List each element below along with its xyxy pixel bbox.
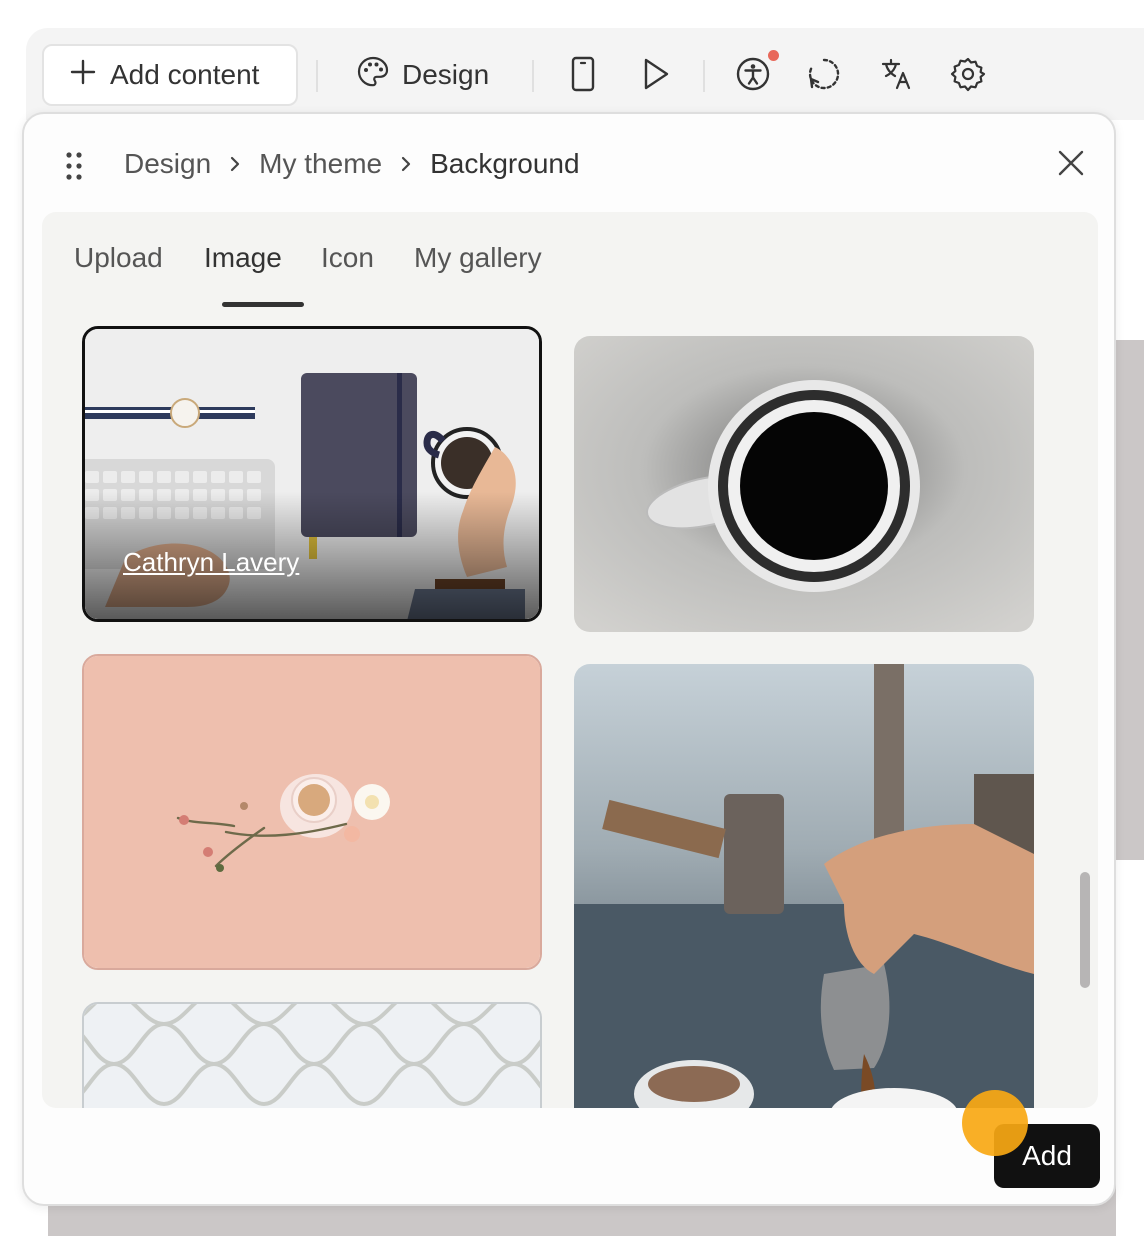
canvas-edge (1116, 860, 1144, 1236)
barista-image (574, 664, 1034, 1108)
chevron-right-icon (400, 155, 412, 173)
toolbar-divider (703, 60, 705, 92)
image-card[interactable]: Cathryn Lavery (82, 326, 542, 622)
add-content-button[interactable]: Add content (42, 44, 298, 106)
scrollbar-thumb[interactable] (1080, 872, 1090, 988)
settings-icon (950, 56, 986, 97)
tab-image[interactable]: Image (204, 242, 282, 274)
add-content-label: Add content (110, 59, 260, 90)
toolbar-divider (316, 60, 318, 92)
breadcrumb-background: Background (430, 148, 580, 179)
tab-upload[interactable]: Upload (74, 242, 163, 274)
photo-credit-link[interactable]: Cathryn Lavery (123, 547, 299, 578)
design-label: Design (402, 59, 490, 90)
settings-button[interactable] (948, 54, 988, 98)
close-button[interactable] (1054, 148, 1088, 182)
close-icon (1057, 149, 1085, 182)
breadcrumb-design[interactable]: Design (124, 148, 211, 180)
image-card[interactable] (574, 336, 1034, 632)
image-card[interactable] (82, 1002, 542, 1108)
translate-icon (880, 57, 914, 96)
image-card[interactable] (82, 654, 542, 970)
play-icon (641, 57, 671, 96)
preview-play-button[interactable] (636, 54, 676, 98)
mobile-preview-button[interactable] (563, 54, 603, 98)
breadcrumb-my-theme[interactable]: My theme (259, 148, 382, 180)
image-card[interactable] (574, 664, 1034, 1108)
palette-icon (356, 55, 390, 96)
translate-button[interactable] (877, 54, 917, 98)
history-button[interactable] (804, 54, 844, 98)
image-grid: Cathryn Lavery (42, 312, 1098, 1108)
tab-my-gallery[interactable]: My gallery (414, 242, 542, 274)
tea-cup-image (84, 656, 540, 968)
accessibility-icon (735, 56, 771, 97)
tiles-image (84, 1004, 540, 1108)
toolbar-divider (532, 60, 534, 92)
plus-icon (70, 59, 96, 92)
workspace-image (85, 329, 539, 619)
drag-handle-icon[interactable] (62, 150, 86, 182)
active-tab-indicator (222, 302, 304, 307)
tab-icon[interactable]: Icon (321, 242, 374, 274)
notification-dot (768, 50, 779, 61)
design-button[interactable]: Design (340, 44, 505, 106)
mobile-preview-icon (570, 56, 596, 97)
accessibility-button[interactable] (733, 54, 773, 98)
source-tabs: Upload Image Icon My gallery (42, 212, 1098, 312)
add-button[interactable]: Add (994, 1124, 1100, 1188)
background-picker-panel: Design My theme Background Upload Image … (22, 112, 1116, 1206)
chevron-right-icon (229, 155, 241, 173)
breadcrumb: Design My theme Background (124, 142, 580, 186)
refresh-icon (806, 56, 842, 97)
coffee-mug-image (574, 336, 1034, 632)
